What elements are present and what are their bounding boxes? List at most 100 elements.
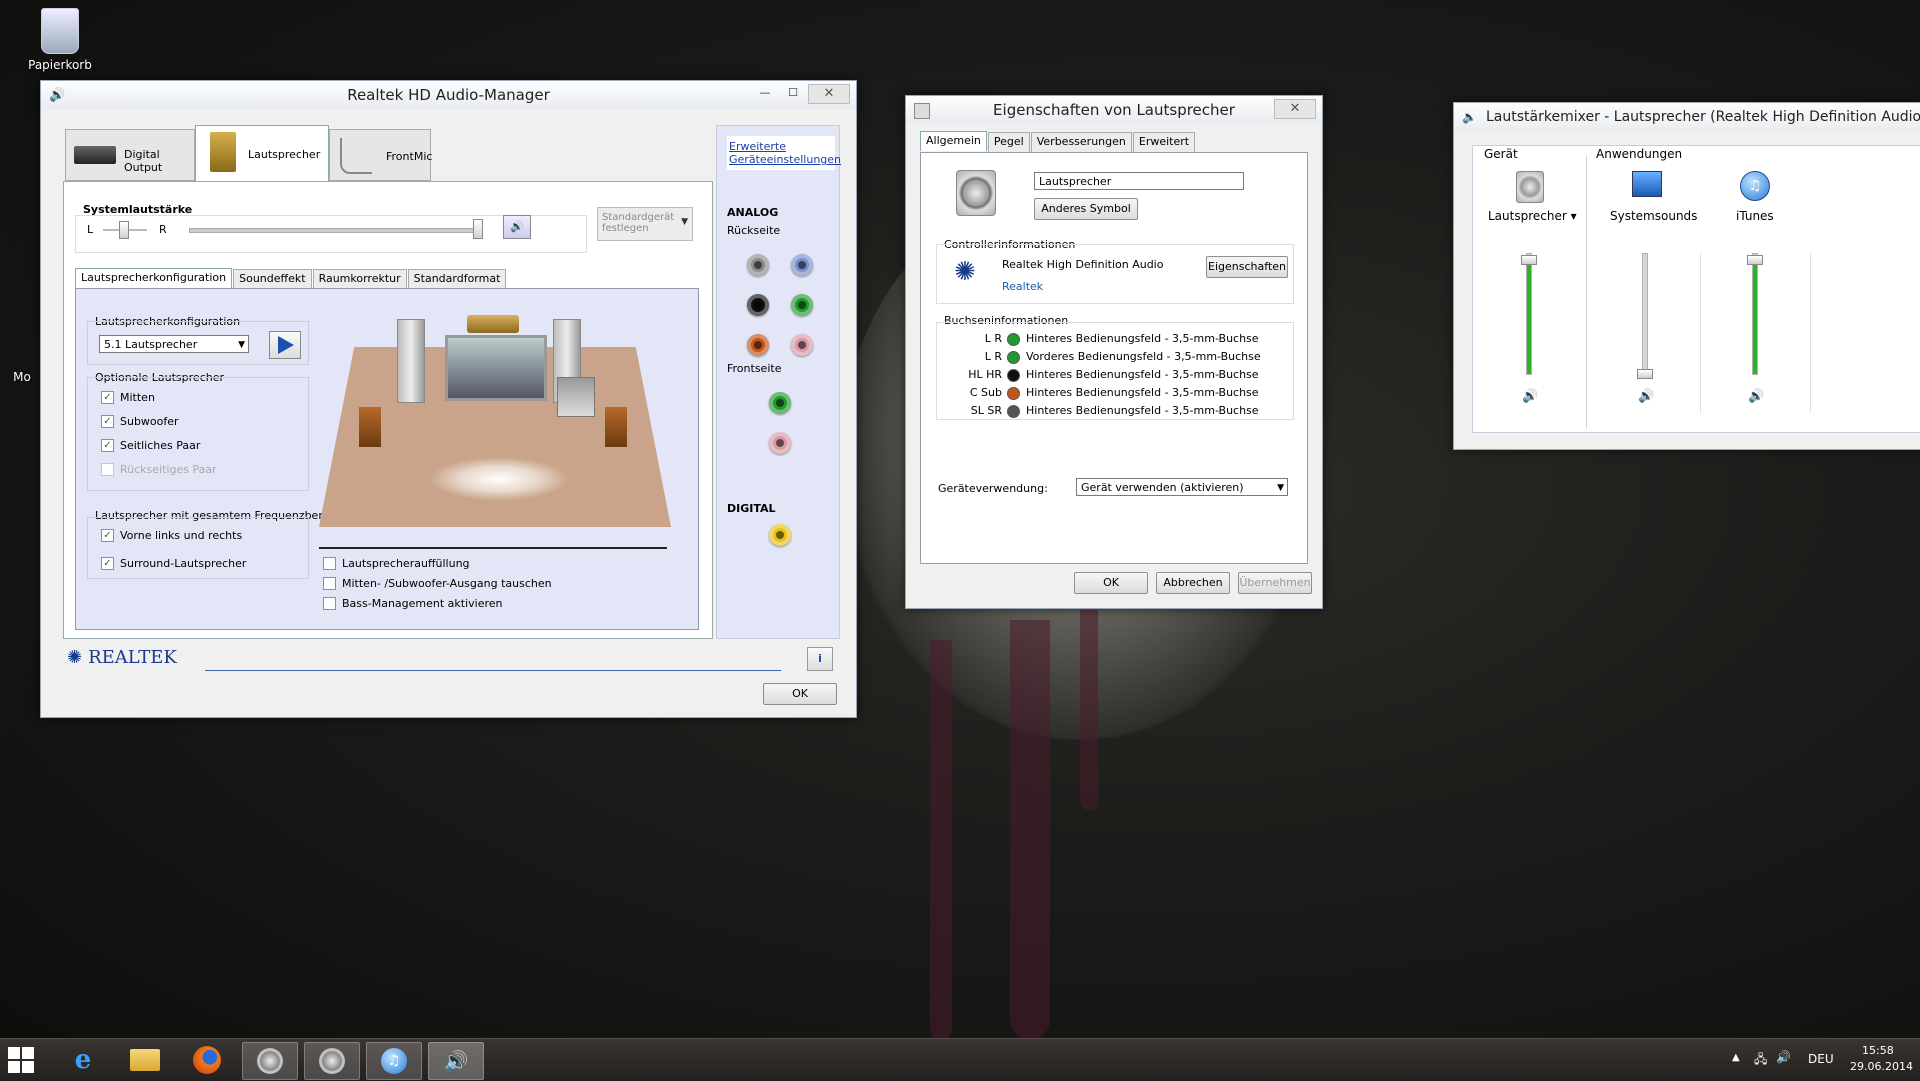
tab-allgemein[interactable]: Allgemein [920,131,987,151]
mute-speaker-icon[interactable]: 🔊 [1522,390,1538,403]
balance-thumb[interactable] [119,221,129,239]
checkbox-vorne-links-rechts[interactable]: ✓ Vorne links und rechts [101,529,242,542]
rear-jack-blue[interactable] [791,254,813,276]
volume-thumb[interactable] [1747,255,1763,265]
rear-jack-black[interactable] [747,294,769,316]
jack-row: L R Hinteres Bedienungsfeld - 3,5-mm-Buch… [984,332,1259,346]
channel-name[interactable]: Lautsprecher ▾ [1488,209,1577,223]
channel-divider [1810,253,1811,413]
maximize-button[interactable]: ☐ [780,84,806,102]
jack-color-dot [1007,368,1020,382]
checkbox-subwoofer[interactable]: ✓ Subwoofer [101,415,179,428]
info-button[interactable]: i [807,647,833,671]
volume-slider[interactable] [1526,253,1532,375]
system-sounds-icon [1632,171,1662,197]
ok-button[interactable]: OK [1074,572,1148,594]
volume-slider[interactable] [1752,253,1758,375]
test-play-button[interactable] [269,331,301,359]
taskbar-itunes[interactable]: ♫ [366,1042,422,1080]
taskbar-volume-mixer[interactable]: 🔊 [428,1042,484,1080]
volume-thumb[interactable] [1521,255,1537,265]
controller-vendor-link[interactable]: Realtek [1002,280,1043,293]
taskbar-sound-properties[interactable] [304,1042,360,1080]
tab-standardformat[interactable]: Standardformat [407,269,507,289]
properties-titlebar[interactable]: Eigenschaften von Lautsprecher ✕ [906,96,1322,124]
clock-date[interactable]: 29.06.2014 [1850,1060,1913,1073]
mixer-titlebar[interactable]: 🔈 Lautstärkemixer - Lautsprecher (Realte… [1454,103,1920,133]
mute-button[interactable]: 🔊 [503,215,531,239]
speaker-icon: 🔈 [1462,110,1477,124]
tab-soundeffekt[interactable]: Soundeffekt [233,269,312,289]
desktop-icon-recycle-bin[interactable]: Papierkorb [20,8,100,72]
jack-color-dot [1007,386,1020,400]
speaker-device-icon [319,1048,345,1074]
rear-jack-pink[interactable] [791,334,813,356]
speaker-icon: 🔊 [510,220,524,233]
volume-slider[interactable] [1642,253,1648,375]
ok-button[interactable]: OK [763,683,837,705]
volume-thumb[interactable] [1637,369,1653,379]
show-hidden-icons[interactable]: ▲ [1732,1052,1740,1063]
volume-thumb[interactable] [473,219,483,239]
start-button[interactable] [8,1047,34,1073]
jack-color-dot [1007,332,1020,346]
tab-lautsprecherkonfiguration[interactable]: Lautsprecherkonfiguration [75,268,233,288]
device-tab-digital-output[interactable]: Digital Output [65,129,195,181]
cancel-button[interactable]: Abbrechen [1156,572,1230,594]
front-label: Frontseite [727,362,782,375]
channel-systemsounds: Systemsounds 🔊 [1592,167,1698,427]
taskbar-file-explorer[interactable] [118,1042,172,1078]
volume-slider[interactable] [189,228,481,233]
recycle-bin-icon [41,8,79,54]
jack-color-dot [1007,350,1020,364]
subwoofer-icon [557,377,595,417]
checkbox-surround[interactable]: ✓ Surround-Lautsprecher [101,557,246,570]
mute-speaker-icon[interactable]: 🔊 [1638,390,1654,403]
tab-raumkorrektur[interactable]: Raumkorrektur [312,269,407,289]
language-indicator[interactable]: DEU [1808,1052,1834,1066]
device-tab-frontmic[interactable]: FrontMic [329,129,432,181]
device-tab-lautsprecher[interactable]: Lautsprecher [195,125,329,182]
rear-jack-gray[interactable] [747,254,769,276]
rear-jack-green[interactable] [791,294,813,316]
close-button[interactable]: ✕ [1274,99,1316,119]
properties-tabs: Allgemein Pegel Verbesserungen Erweitert [920,131,1196,152]
rear-jack-orange[interactable] [747,334,769,356]
taskbar-realtek-manager[interactable] [242,1042,298,1080]
tab-erweitert[interactable]: Erweitert [1132,132,1196,152]
digital-label: DIGITAL [727,502,776,515]
checkbox-mitten[interactable]: ✓ Mitten [101,391,155,404]
taskbar-internet-explorer[interactable]: e [56,1042,110,1078]
device-name-input[interactable]: Lautsprecher [1034,172,1244,190]
close-button[interactable]: ✕ [808,84,850,104]
volume-tray-icon[interactable]: 🔊 [1776,1050,1791,1064]
usage-select[interactable]: Gerät verwenden (aktivieren) ▼ [1076,478,1288,496]
speaker-room-illustration[interactable] [319,307,671,535]
room-floor-light [429,457,569,501]
default-device-button[interactable]: Standardgerät festlegen ▼ [597,207,693,241]
front-jack-pink[interactable] [769,432,791,454]
minimize-button[interactable]: — [752,84,778,102]
chevron-down-icon: ▼ [1277,483,1284,493]
checkbox-mitten-subwoofer-tauschen[interactable]: Mitten- /Subwoofer-Ausgang tauschen [323,577,552,590]
checkbox-lautsprecherauffuellung[interactable]: Lautsprecherauffüllung [323,557,470,570]
volume-fill [1753,260,1757,374]
tab-pegel[interactable]: Pegel [987,132,1030,152]
change-icon-button[interactable]: Anderes Symbol [1034,198,1138,220]
clock-time[interactable]: 15:58 [1862,1044,1894,1057]
front-jack-green[interactable] [769,392,791,414]
speaker-config-select[interactable]: 5.1 Lautsprecher ▼ [99,335,249,353]
checkbox-bass-management[interactable]: Bass-Management aktivieren [323,597,503,610]
network-icon[interactable]: 🖧 [1754,1050,1767,1071]
mute-speaker-icon[interactable]: 🔊 [1748,390,1764,403]
channel-lautsprecher: Lautsprecher ▾ 🔊 [1476,167,1582,427]
chevron-down-icon: ▼ [681,217,688,227]
tab-verbesserungen[interactable]: Verbesserungen [1030,132,1132,152]
controller-properties-button[interactable]: Eigenschaften [1206,256,1288,278]
itunes-icon: ♫ [1740,171,1770,201]
realtek-titlebar[interactable]: 🔊 Realtek HD Audio-Manager — ☐ ✕ [41,81,856,109]
advanced-settings-link[interactable]: Erweiterte Geräteeinstellungen [727,136,841,170]
taskbar-firefox[interactable] [180,1042,234,1078]
checkbox-seitliches-paar[interactable]: ✓ Seitliches Paar [101,439,200,452]
digital-jack-coax[interactable] [769,524,791,546]
